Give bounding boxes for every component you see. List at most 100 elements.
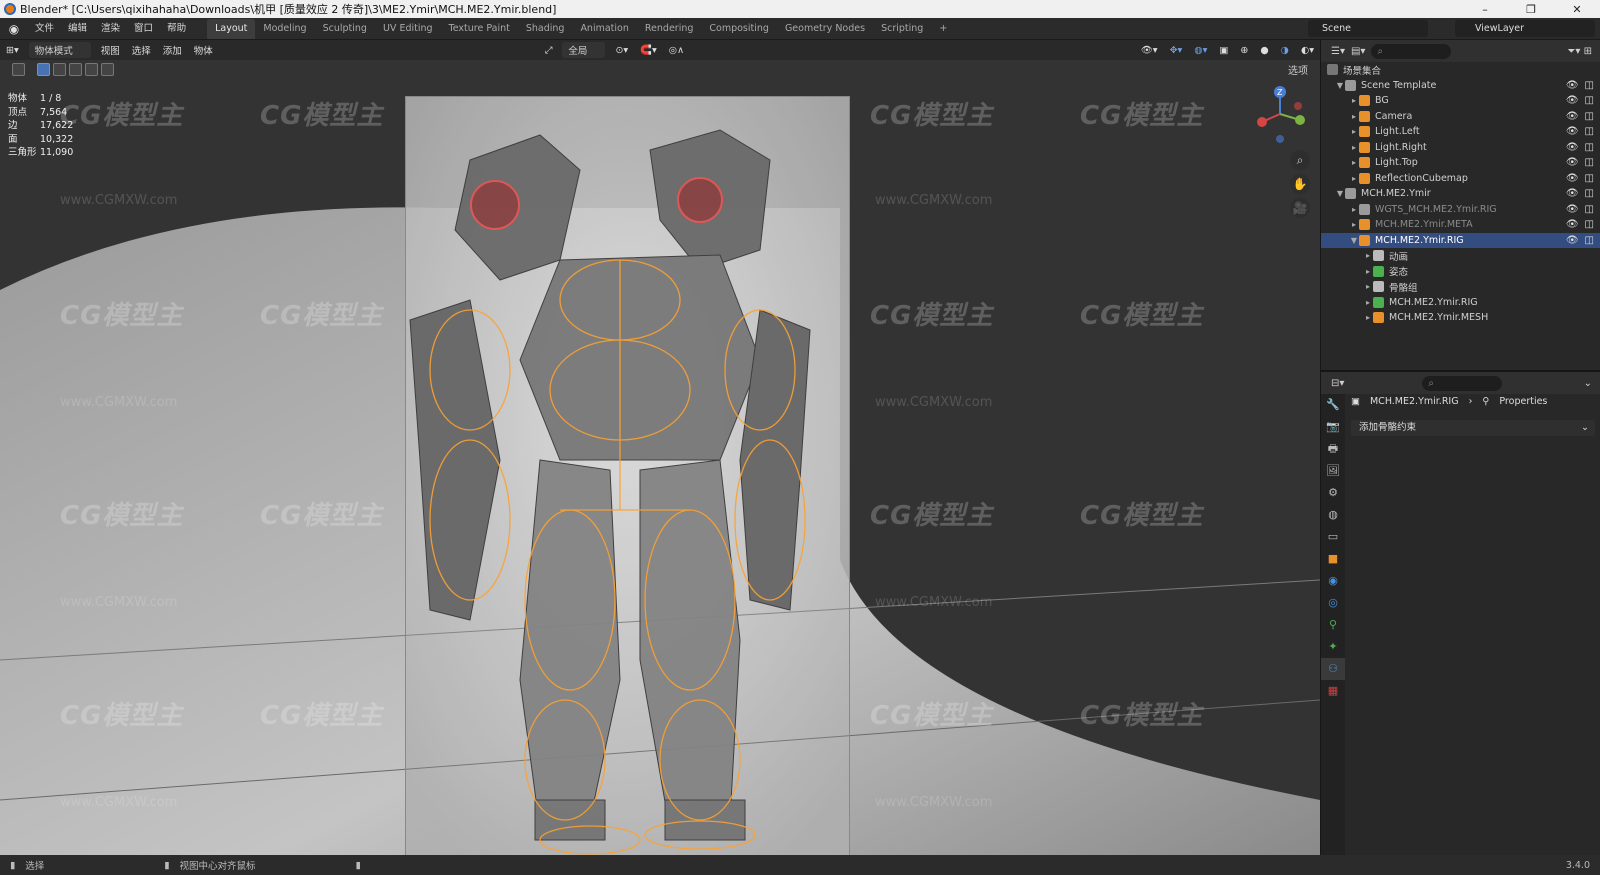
expand-right-icon[interactable]: ▸ xyxy=(1349,112,1359,121)
eye-icon[interactable]: 👁 xyxy=(1566,235,1579,246)
snap-icon[interactable]: 🧲▾ xyxy=(634,45,663,56)
modifier-tab-icon[interactable]: ◉ xyxy=(1321,570,1345,592)
menu-view[interactable]: 视图 xyxy=(95,43,126,57)
proportional-edit-icon[interactable]: ◎∧ xyxy=(663,45,690,56)
expand-right-icon[interactable]: ▸ xyxy=(1363,282,1373,291)
shading-solid-icon[interactable]: ● xyxy=(1254,45,1274,56)
filter-icon[interactable]: ⏷▾ ⊞ xyxy=(1567,46,1592,57)
tab-sculpting[interactable]: Sculpting xyxy=(315,19,375,39)
expand-right-icon[interactable]: ▸ xyxy=(1363,298,1373,307)
render-camera-icon[interactable]: ◫ xyxy=(1585,80,1594,91)
shading-wireframe-icon[interactable]: ⊕ xyxy=(1234,45,1254,56)
outliner-editor-icon[interactable]: ☰▾ xyxy=(1331,46,1345,57)
view-layer-tab-icon[interactable]: 🖼 xyxy=(1321,460,1345,482)
transform-orientation-dropdown[interactable]: 全局 xyxy=(562,42,606,58)
gizmo-toggle-icon[interactable]: ✥▾ xyxy=(1164,45,1189,56)
physics-tab-icon[interactable]: ◎ xyxy=(1321,592,1345,614)
eye-icon[interactable]: 👁 xyxy=(1566,80,1579,91)
scene-tab-icon[interactable]: ⚙ xyxy=(1321,482,1345,504)
pan-hand-icon[interactable]: ✋ xyxy=(1290,174,1310,194)
select-new-icon[interactable] xyxy=(37,62,50,76)
overlay-toggle-icon[interactable]: ◍▾ xyxy=(1188,45,1213,56)
eye-icon[interactable]: 👁 xyxy=(1566,126,1579,137)
tab-shading[interactable]: Shading xyxy=(518,19,573,39)
outliner-row[interactable]: ▸ Light.Right 👁 ◫ xyxy=(1321,140,1600,156)
shading-rendered-icon[interactable]: ◐▾ xyxy=(1295,45,1320,56)
tab-rendering[interactable]: Rendering xyxy=(637,19,702,39)
outliner-row[interactable]: ▼ MCH.ME2.Ymir 👁 ◫ xyxy=(1321,186,1600,202)
tab-texture-paint[interactable]: Texture Paint xyxy=(441,19,518,39)
eye-icon[interactable]: 👁 xyxy=(1566,219,1579,230)
menu-edit[interactable]: 编辑 xyxy=(61,18,94,40)
close-button[interactable]: ✕ xyxy=(1554,3,1600,16)
restore-button[interactable]: ❐ xyxy=(1508,3,1554,16)
render-camera-icon[interactable]: ◫ xyxy=(1585,188,1594,199)
render-camera-icon[interactable]: ◫ xyxy=(1585,126,1594,137)
options-dropdown[interactable]: 选项 xyxy=(1288,62,1308,77)
properties-search-input[interactable]: ⌕ xyxy=(1422,375,1503,391)
outliner-row[interactable]: ▸ Light.Top 👁 ◫ xyxy=(1321,155,1600,171)
bone-constraint-tab-icon[interactable]: ⚇ xyxy=(1321,658,1345,680)
render-camera-icon[interactable]: ◫ xyxy=(1585,111,1594,122)
outliner-scene-collection[interactable]: 场景集合 xyxy=(1321,62,1600,78)
eye-icon[interactable]: 👁 xyxy=(1566,173,1579,184)
scene-selector[interactable]: Scene xyxy=(1308,20,1428,37)
object-tab-icon[interactable]: ■ xyxy=(1321,548,1345,570)
properties-editor-icon[interactable]: ⊟▾ xyxy=(1331,378,1344,389)
expand-right-icon[interactable]: ▸ xyxy=(1349,220,1359,229)
expand-right-icon[interactable]: ▸ xyxy=(1349,205,1359,214)
armature-data-tab-icon[interactable]: ✦ xyxy=(1321,636,1345,658)
outliner-row[interactable]: ▸ MCH.ME2.Ymir.MESH xyxy=(1321,310,1600,326)
output-tab-icon[interactable]: 🖶 xyxy=(1321,438,1345,460)
visibility-icon[interactable]: 👁▾ xyxy=(1135,45,1164,56)
menu-add[interactable]: 添加 xyxy=(157,43,188,57)
expand-right-icon[interactable]: ▸ xyxy=(1349,143,1359,152)
xray-icon[interactable]: ▣ xyxy=(1213,45,1234,56)
tab-geometry-nodes[interactable]: Geometry Nodes xyxy=(777,19,873,39)
outliner-row[interactable]: ▸ BG 👁 ◫ xyxy=(1321,93,1600,109)
eye-icon[interactable]: 👁 xyxy=(1566,95,1579,106)
render-tab-icon[interactable]: 📷 xyxy=(1321,416,1345,438)
world-tab-icon[interactable]: ◍ xyxy=(1321,504,1345,526)
add-workspace-button[interactable]: + xyxy=(931,19,955,39)
3d-viewport[interactable]: CG模型主 CG模型主 CG模型主 CG模型主 CG模型主 CG模型主 CG模型… xyxy=(0,40,1320,855)
render-camera-icon[interactable]: ◫ xyxy=(1585,235,1594,246)
outliner-row[interactable]: ▼ Scene Template 👁 ◫ xyxy=(1321,78,1600,94)
tab-modeling[interactable]: Modeling xyxy=(255,19,314,39)
tab-uv-editing[interactable]: UV Editing xyxy=(375,19,441,39)
expand-right-icon[interactable]: ▸ xyxy=(1349,96,1359,105)
render-camera-icon[interactable]: ◫ xyxy=(1585,95,1594,106)
tool-tab-icon[interactable]: 🔧 xyxy=(1321,394,1345,416)
render-camera-icon[interactable]: ◫ xyxy=(1585,173,1594,184)
editor-type-icon[interactable]: ⊞▾ xyxy=(0,45,25,56)
eye-icon[interactable]: 👁 xyxy=(1566,157,1579,168)
display-mode-icon[interactable]: ▤▾ xyxy=(1351,46,1365,57)
outliner-row[interactable]: ▸ 姿态 xyxy=(1321,264,1600,280)
select-subtract-icon[interactable] xyxy=(69,62,82,76)
blender-menu-icon[interactable]: ◉ xyxy=(0,22,28,36)
select-invert-icon[interactable] xyxy=(85,62,98,76)
outliner-search-input[interactable]: ⌕ xyxy=(1371,43,1452,59)
outliner-row[interactable]: ▸ Camera 👁 ◫ xyxy=(1321,109,1600,125)
view-layer-selector[interactable]: ViewLayer xyxy=(1455,20,1595,37)
expand-right-icon[interactable]: ▸ xyxy=(1349,174,1359,183)
pivot-icon[interactable]: ⊙▾ xyxy=(609,45,634,56)
tab-animation[interactable]: Animation xyxy=(572,19,636,39)
expand-right-icon[interactable]: ▸ xyxy=(1363,251,1373,260)
shading-material-icon[interactable]: ◑ xyxy=(1275,45,1295,56)
render-camera-icon[interactable]: ◫ xyxy=(1585,142,1594,153)
eye-icon[interactable]: 👁 xyxy=(1566,111,1579,122)
tab-compositing[interactable]: Compositing xyxy=(701,19,777,39)
select-extend-icon[interactable] xyxy=(53,62,66,76)
tab-scripting[interactable]: Scripting xyxy=(873,19,931,39)
expand-right-icon[interactable]: ▸ xyxy=(1363,267,1373,276)
render-camera-icon[interactable]: ◫ xyxy=(1585,219,1594,230)
outliner-row[interactable]: ▸ 动画 xyxy=(1321,248,1600,264)
eye-icon[interactable]: 👁 xyxy=(1566,188,1579,199)
menu-object[interactable]: 物体 xyxy=(188,43,219,57)
camera-view-icon[interactable]: 🎥 xyxy=(1290,198,1310,218)
outliner-row[interactable]: ▸ Light.Left 👁 ◫ xyxy=(1321,124,1600,140)
minimize-button[interactable]: – xyxy=(1462,3,1508,16)
transform-orientation-icon[interactable]: ⤢ xyxy=(539,45,559,56)
expand-right-icon[interactable]: ▸ xyxy=(1349,127,1359,136)
